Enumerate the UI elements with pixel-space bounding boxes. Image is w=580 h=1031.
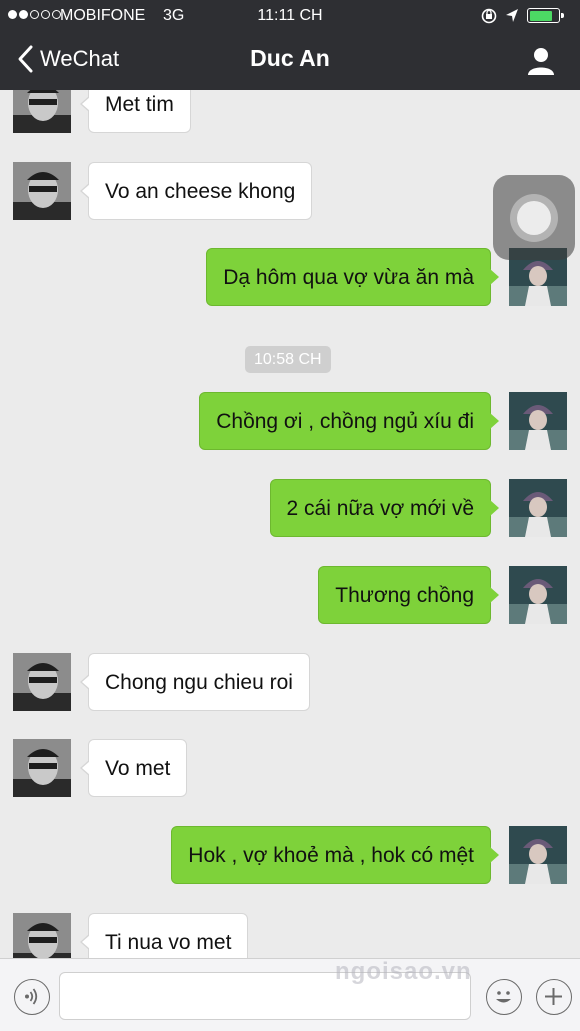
incoming-message[interactable]: Ti nua vo met bbox=[79, 913, 249, 958]
contact-avatar[interactable] bbox=[13, 653, 71, 711]
message-input[interactable] bbox=[59, 972, 471, 1020]
incoming-message[interactable]: Met tim bbox=[80, 90, 191, 133]
voice-icon bbox=[25, 988, 38, 1005]
chat-title: Duc An bbox=[250, 45, 330, 71]
voice-button[interactable] bbox=[14, 979, 50, 1015]
outgoing-message[interactable]: Chồng ơi , chồng ngủ xíu đi bbox=[199, 392, 499, 450]
my-avatar[interactable] bbox=[509, 826, 567, 884]
timestamp-label: 10:58 CH bbox=[245, 346, 331, 373]
my-avatar[interactable] bbox=[509, 566, 567, 624]
contact-avatar[interactable] bbox=[13, 90, 71, 133]
outgoing-message[interactable]: 2 cái nữa vợ mới về bbox=[269, 479, 499, 537]
nav-bar: WeChat Duc An bbox=[0, 32, 580, 90]
profile-button[interactable] bbox=[524, 44, 558, 78]
contact-avatar[interactable] bbox=[13, 162, 71, 220]
chat-area[interactable]: Met tim Vo an cheese khong Dạ hôm qua vợ… bbox=[0, 90, 580, 958]
input-bar bbox=[0, 958, 580, 1031]
contact-avatar[interactable] bbox=[13, 739, 71, 797]
incoming-message[interactable]: Vo an cheese khong bbox=[79, 162, 313, 220]
battery-icon bbox=[527, 8, 564, 23]
my-avatar[interactable] bbox=[509, 479, 567, 537]
status-bar: MOBIFONE 3G 11:11 CH bbox=[0, 0, 580, 32]
my-avatar[interactable] bbox=[509, 392, 567, 450]
location-arrow-icon bbox=[505, 8, 519, 29]
incoming-message[interactable]: Vo met bbox=[79, 739, 188, 797]
outgoing-message[interactable]: Hok , vợ khoẻ mà , hok có mệt bbox=[171, 826, 499, 884]
person-icon bbox=[528, 48, 554, 75]
outgoing-message[interactable]: Thương chồng bbox=[318, 566, 499, 624]
emoji-icon bbox=[496, 991, 511, 1003]
assistive-touch-button[interactable] bbox=[493, 175, 575, 260]
plus-button[interactable] bbox=[536, 979, 572, 1015]
contact-avatar[interactable] bbox=[13, 913, 71, 958]
emoji-button[interactable] bbox=[486, 979, 522, 1015]
rotation-lock-icon bbox=[480, 8, 498, 29]
outgoing-message[interactable]: Dạ hôm qua vợ vừa ăn mà bbox=[206, 248, 499, 306]
incoming-message[interactable]: Chong ngu chieu roi bbox=[80, 653, 310, 711]
plus-icon bbox=[545, 988, 562, 1005]
